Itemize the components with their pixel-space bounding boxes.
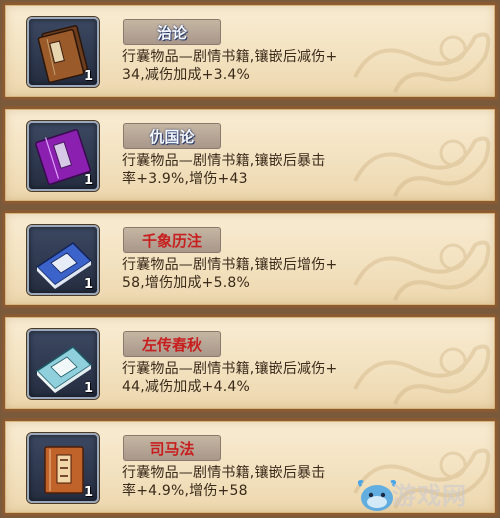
- item-card-4[interactable]: 1 左传春秋 行囊物品—剧情书籍,镶嵌后减伤+ 44,减伤加成+4.4%: [2, 314, 498, 412]
- item-card-1[interactable]: 1 治论 行囊物品—剧情书籍,镶嵌后减伤+ 34,减伤加成+3.4%: [2, 2, 498, 100]
- item-name-plate: 千象历注: [123, 227, 221, 253]
- item-count: 1: [83, 277, 93, 292]
- item-slot[interactable]: 1: [27, 329, 99, 399]
- item-slot[interactable]: 1: [27, 433, 99, 503]
- item-slot[interactable]: 1: [27, 225, 99, 295]
- item-count: 1: [83, 485, 93, 500]
- watermark-text: 游戏网: [392, 482, 467, 510]
- item-count: 1: [83, 69, 93, 84]
- item-description: 行囊物品—剧情书籍,镶嵌后暴击 率+4.9%,增伤+58: [122, 464, 382, 500]
- item-name: 司马法: [149, 440, 195, 458]
- item-name-plate: 左传春秋: [123, 331, 221, 357]
- description-line-2: 58,增伤加成+5.8%: [122, 275, 250, 291]
- description-line-1: 行囊物品—剧情书籍,镶嵌后减伤+: [122, 49, 338, 65]
- item-slot[interactable]: 1: [27, 121, 99, 191]
- description-line-2: 44,减伤加成+4.4%: [122, 379, 250, 395]
- item-name-plate: 司马法: [123, 435, 221, 461]
- item-count: 1: [83, 381, 93, 396]
- description-line-2: 率+3.9%,增伤+43: [122, 171, 248, 187]
- item-slot[interactable]: 1: [27, 17, 99, 87]
- description-line-1: 行囊物品—剧情书籍,镶嵌后暴击: [122, 465, 326, 481]
- description-line-1: 行囊物品—剧情书籍,镶嵌后减伤+: [122, 361, 338, 377]
- item-description: 行囊物品—剧情书籍,镶嵌后减伤+ 34,减伤加成+3.4%: [122, 48, 382, 84]
- description-line-2: 34,减伤加成+3.4%: [122, 67, 250, 83]
- item-name: 仇国论: [149, 128, 195, 146]
- item-description: 行囊物品—剧情书籍,镶嵌后减伤+ 44,减伤加成+4.4%: [122, 360, 382, 396]
- item-name: 治论: [156, 24, 187, 42]
- item-card-3[interactable]: 1 千象历注 行囊物品—剧情书籍,镶嵌后增伤+ 58,增伤加成+5.8%: [2, 210, 498, 308]
- item-description: 行囊物品—剧情书籍,镶嵌后暴击 率+3.9%,增伤+43: [122, 152, 382, 188]
- item-name: 千象历注: [141, 232, 202, 250]
- item-count: 1: [83, 173, 93, 188]
- item-card-2[interactable]: 1 仇国论 行囊物品—剧情书籍,镶嵌后暴击 率+3.9%,增伤+43: [2, 106, 498, 204]
- item-name: 左传春秋: [141, 336, 202, 354]
- item-description: 行囊物品—剧情书籍,镶嵌后增伤+ 58,增伤加成+5.8%: [122, 256, 382, 292]
- description-line-2: 率+4.9%,增伤+58: [122, 483, 248, 499]
- description-line-1: 行囊物品—剧情书籍,镶嵌后增伤+: [122, 257, 338, 273]
- item-name-plate: 仇国论: [123, 123, 221, 149]
- description-line-1: 行囊物品—剧情书籍,镶嵌后暴击: [122, 153, 326, 169]
- item-name-plate: 治论: [123, 19, 221, 45]
